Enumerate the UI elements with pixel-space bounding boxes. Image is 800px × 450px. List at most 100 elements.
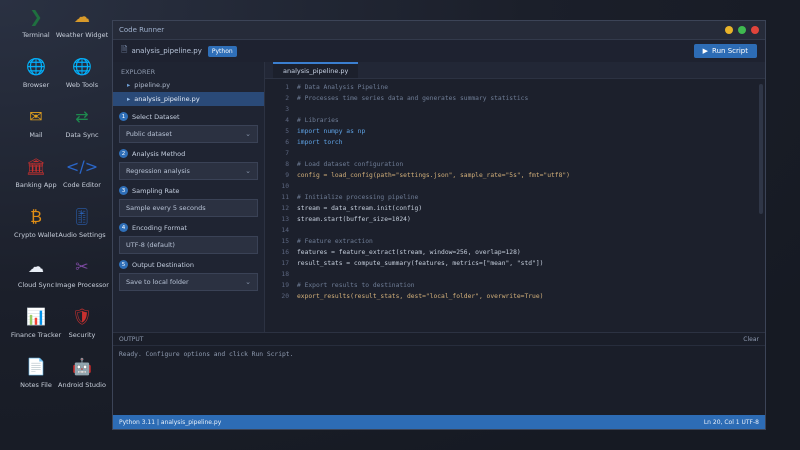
current-file-name: analysis_pipeline.py [131,47,202,55]
file-icon: ▸ [127,95,131,103]
sidebar-item-label: analysis_pipeline.py [134,95,200,103]
line-number: 19 [281,282,289,289]
line-number: 3 [285,106,289,113]
output-destination-select[interactable]: Save to local folder ⌄ [119,273,258,291]
code-line: features = feature_extract(stream, windo… [297,249,521,256]
sidebar-item-file-selected[interactable]: ▸ analysis_pipeline.py [113,92,264,106]
desktop-shortcut[interactable]: 🤖 Android Studio [58,354,106,390]
tab-analysis-pipeline[interactable]: analysis_pipeline.py [273,62,359,78]
desktop-shortcut[interactable]: ✂ Image Processor [55,254,109,290]
terminal-icon: ❯ [29,7,43,26]
desktop-shortcut-label: Web Tools [65,81,99,89]
dataset-select[interactable]: Public dataset ⌄ [119,125,258,143]
line-number: 8 [285,161,289,168]
line-number: 4 [285,117,289,124]
code-icon: </> [65,157,99,176]
file-icon: 🗎 [121,45,128,54]
sidebar: EXPLORER ▸ pipeline.py ▸ analysis_pipeli… [113,62,265,332]
line-number: 20 [281,293,289,300]
sampling-section: 3 Sampling Rate Sample every 5 seconds [119,186,258,217]
play-icon: ▶ [702,47,709,55]
code-line: stream.start(buffer_size=1024) [297,216,411,223]
desktop-shortcut[interactable]: ☁ Cloud Sync [16,254,56,290]
code-editor[interactable]: analysis_pipeline.py 1 # Data Analysis Pi… [265,62,765,332]
editor-scrollbar[interactable] [759,84,763,214]
toolbar: 🗎 analysis_pipeline.py Python ▶ Run Scri… [113,40,765,63]
step-number-badge: 4 [119,223,128,232]
input-value: UTF-8 (default) [126,241,175,249]
window-title: Code Runner [119,26,165,34]
desktop-shortcut[interactable]: 📊 Finance Tracker [11,304,61,340]
desktop-shortcut-label: Data Sync [65,131,99,139]
output-text: Ready. Configure options and click Run S… [119,351,294,358]
status-bar: Python 3.11 | analysis_pipeline.py Ln 20… [113,415,765,429]
section-label: Analysis Method [132,149,186,158]
select-value: Public dataset [126,130,172,138]
line-number: 13 [281,216,289,223]
desktop-shortcut-label: Mail [29,131,43,139]
method-select[interactable]: Regression analysis ⌄ [119,162,258,180]
run-script-button[interactable]: ▶ Run Script [693,44,757,58]
code-line: result_stats = compute_summary(features,… [297,260,544,267]
desktop-shortcut[interactable]: </> Code Editor [62,154,102,190]
line-number: 10 [281,183,289,190]
desktop-shortcut-label: Audio Settings [58,231,106,239]
chevron-down-icon: ⌄ [245,130,251,138]
sampling-input[interactable]: Sample every 5 seconds [119,199,258,217]
code-line: # Load dataset configuration [297,161,404,168]
audio-icon: 🎚 [71,207,93,226]
clear-output-button[interactable]: Clear [743,336,759,343]
desktop-shortcut-label: Android Studio [58,381,106,389]
sidebar-item-file[interactable]: ▸ pipeline.py [113,78,264,92]
code-line: # Feature extraction [297,238,373,245]
section-label: Output Destination [132,260,194,269]
desktop-shortcut-label: Security [68,331,96,339]
desktop-shortcut[interactable]: ⇄ Data Sync [62,104,102,140]
section-label: Select Dataset [132,112,180,121]
desktop-shortcut-label: Cloud Sync [17,281,55,289]
line-number: 2 [285,95,289,102]
minimize-button[interactable] [725,26,733,34]
encoding-input[interactable]: UTF-8 (default) [119,236,258,254]
desktop-shortcut[interactable]: ❯ Terminal [16,4,56,40]
desktop-shortcut-label: Terminal [22,31,50,39]
tab-label: analysis_pipeline.py [283,67,349,75]
line-number: 15 [281,238,289,245]
code-area[interactable]: 1 # Data Analysis Pipeline 2 # Processes ti… [265,84,765,332]
code-line: # Processes time series data and generat… [297,95,529,102]
desktop-shortcut[interactable]: ✉ Mail [16,104,56,140]
desktop-shortcut[interactable]: 🌐 Browser [16,54,56,90]
desktop-shortcut-label: Browser [22,81,50,89]
method-section: 2 Analysis Method Regression analysis ⌄ [119,149,258,180]
line-number: 14 [281,227,289,234]
step-number-badge: 3 [119,186,128,195]
desktop-shortcut[interactable]: 🎚 Audio Settings [58,204,105,240]
line-number: 17 [281,260,289,267]
status-right: Ln 20, Col 1 UTF-8 [703,418,759,426]
desktop-shortcut-label: Notes File [20,381,52,389]
line-number: 11 [281,194,289,201]
desktop-shortcut[interactable]: ☁ Weather Widget [56,4,108,40]
maximize-button[interactable] [738,26,746,34]
language-badge: Python [207,45,237,57]
code-line: # Initialize processing pipeline [297,194,419,201]
web-tools-icon: 🌐 [72,57,92,76]
desktop-shortcut[interactable]: ₿ Crypto Wallet [14,204,58,240]
desktop-shortcut[interactable]: 🏛 Banking App [15,154,56,190]
title-bar: Code Runner [113,21,765,40]
finance-icon: 📊 [26,307,46,326]
line-number: 5 [285,128,289,135]
desktop-shortcut-label: Code Editor [63,181,101,189]
line-number: 12 [281,205,289,212]
close-button[interactable] [751,26,759,34]
output-panel: OUTPUT Clear Ready. Configure options an… [113,332,765,415]
desktop-shortcut[interactable]: 🛡 Security [62,304,102,340]
desktop-shortcut[interactable]: 📄 Notes File [16,354,56,390]
shield-icon: 🛡 [71,307,93,326]
line-number: 16 [281,249,289,256]
document-icon: 📄 [26,357,46,376]
desktop: ❯ Terminal ☁ Weather Widget 🌐 Browser 🌐 Web Too… [0,0,800,450]
code-runner-window: Code Runner 🗎 analysis_pipeline.py Pytho… [112,20,766,430]
desktop-shortcut[interactable]: 🌐 Web Tools [62,54,102,90]
code-line: config = load_config(path="settings.json… [297,172,570,179]
